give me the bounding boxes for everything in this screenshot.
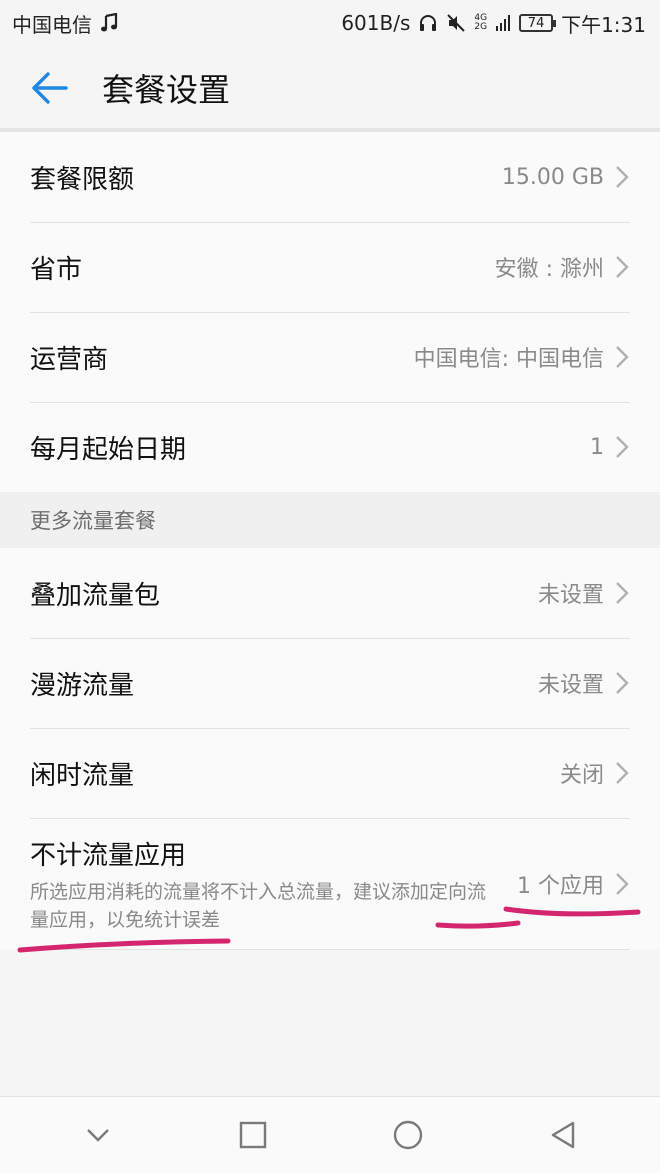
chevron-right-icon	[616, 873, 629, 895]
battery-icon: 74	[519, 14, 557, 32]
chevron-right-icon	[616, 582, 629, 604]
setting-text-column: 不计流量应用 所选应用消耗的流量将不计入总流量，建议添加定向流量应用，以免统计误…	[30, 835, 490, 934]
setting-label: 叠加流量包	[30, 580, 161, 611]
setting-description: 所选应用消耗的流量将不计入总流量，建议添加定向流量应用，以免统计误差	[30, 880, 487, 931]
row-divider	[30, 949, 630, 950]
setting-value: 中国电信: 中国电信	[413, 347, 604, 372]
setting-value: 未设置	[537, 583, 604, 608]
signal-icon	[495, 14, 511, 32]
triangle-back-icon	[551, 1121, 574, 1149]
setting-monthly-start-date[interactable]: 每月起始日期 1	[0, 402, 660, 492]
setting-label: 运营商	[30, 344, 109, 375]
network-type: 4G 2G	[474, 14, 487, 32]
mute-icon	[446, 13, 466, 33]
nav-back-button[interactable]	[518, 1097, 608, 1173]
setting-value-group: 未设置	[538, 577, 630, 609]
status-bar: 中国电信 601B/s 4G 2G 74 下午1:31	[0, 0, 660, 46]
network-type-bottom: 2G	[474, 22, 488, 32]
setting-value-group: 1	[590, 434, 630, 460]
screen: 中国电信 601B/s 4G 2G 74 下午1:31 套餐设置 套餐限额 15…	[0, 0, 660, 1173]
setting-value: 关闭	[559, 763, 604, 788]
chevron-right-icon	[616, 762, 629, 784]
clock: 下午1:31	[561, 12, 646, 37]
setting-carrier[interactable]: 运营商 中国电信: 中国电信	[0, 312, 660, 402]
setting-value: 未设置	[537, 673, 604, 698]
chevron-right-icon	[616, 436, 629, 458]
setting-value-group: 关闭	[560, 757, 630, 789]
setting-label: 省市	[30, 254, 83, 285]
nav-collapse-button[interactable]	[53, 1097, 143, 1173]
setting-value-group: 未设置	[538, 667, 630, 699]
setting-value-group: 1 个应用	[517, 868, 630, 900]
chevron-right-icon	[616, 256, 629, 278]
setting-label: 闲时流量	[30, 760, 135, 791]
setting-plan-limit[interactable]: 套餐限额 15.00 GB	[0, 132, 660, 222]
setting-label: 漫游流量	[30, 670, 135, 701]
chevron-down-icon	[86, 1129, 109, 1142]
nav-home-button[interactable]	[363, 1097, 453, 1173]
setting-value: 1 个应用	[517, 874, 604, 899]
setting-unmetered-apps[interactable]: 不计流量应用 所选应用消耗的流量将不计入总流量，建议添加定向流量应用，以免统计误…	[0, 818, 660, 950]
chevron-right-icon	[616, 166, 629, 188]
section-header-more-plans: 更多流量套餐	[0, 492, 660, 548]
setting-value-group: 中国电信: 中国电信	[414, 341, 630, 373]
setting-label: 每月起始日期	[30, 434, 187, 465]
chevron-right-icon	[616, 672, 629, 694]
title-bar: 套餐设置	[0, 46, 660, 130]
setting-label: 不计流量应用	[30, 840, 187, 871]
network-speed: 601B/s	[341, 11, 411, 35]
back-button[interactable]	[14, 46, 84, 130]
navigation-bar	[0, 1096, 660, 1173]
more-plans-list: 叠加流量包 未设置 漫游流量 未设置 闲时流量 关闭 不计流量应用 所选应用消耗…	[0, 548, 660, 950]
setting-value-group: 15.00 GB	[502, 164, 630, 190]
nav-recents-button[interactable]	[208, 1097, 298, 1173]
back-arrow-icon	[32, 72, 68, 104]
carrier-label: 中国电信	[12, 12, 92, 37]
headset-icon	[418, 13, 438, 33]
setting-idle-time-data[interactable]: 闲时流量 关闭	[0, 728, 660, 818]
setting-label: 套餐限额	[30, 164, 135, 195]
chevron-right-icon	[616, 346, 629, 368]
setting-value: 安徽 : 滁州	[494, 257, 604, 282]
setting-province-city[interactable]: 省市 安徽 : 滁州	[0, 222, 660, 312]
battery-level: 74	[527, 15, 545, 31]
plan-settings-list: 套餐限额 15.00 GB 省市 安徽 : 滁州 运营商 中国电信: 中国电信 …	[0, 132, 660, 492]
setting-value: 15.00 GB	[501, 164, 604, 190]
music-note-icon	[100, 13, 118, 33]
circle-icon	[393, 1120, 422, 1150]
page-title: 套餐设置	[102, 71, 231, 109]
square-icon	[239, 1121, 266, 1149]
status-right: 601B/s 4G 2G 74 下午1:31	[341, 9, 646, 38]
setting-value: 1	[590, 434, 604, 460]
status-left: 中国电信	[12, 9, 118, 38]
setting-addon-data-pack[interactable]: 叠加流量包 未设置	[0, 548, 660, 638]
setting-roaming-data[interactable]: 漫游流量 未设置	[0, 638, 660, 728]
setting-value-group: 安徽 : 滁州	[495, 251, 630, 283]
